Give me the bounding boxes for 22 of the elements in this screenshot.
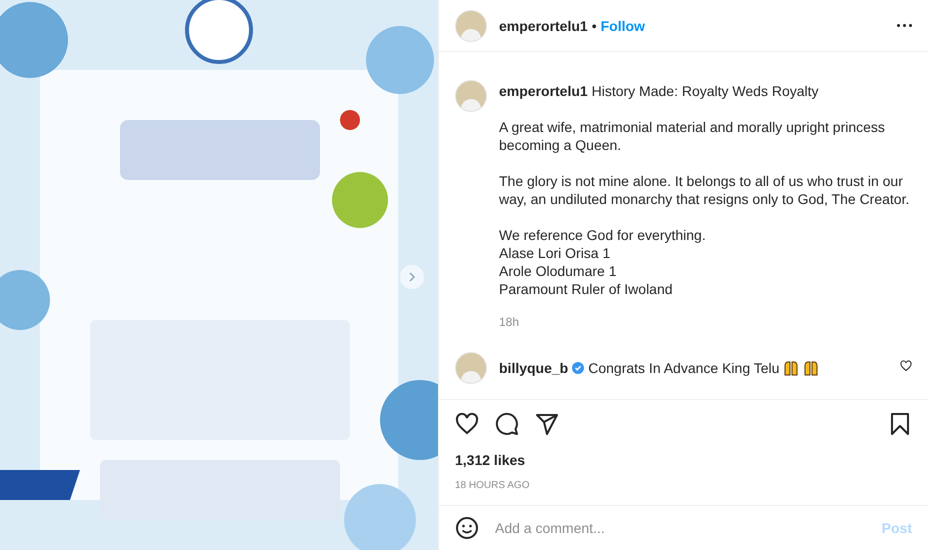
caption-text: Paramount Ruler of Iwoland xyxy=(499,280,674,298)
caption-text: Alase Lori Orisa 1 xyxy=(499,244,612,262)
heart-icon[interactable] xyxy=(455,412,479,436)
bookmark-icon[interactable] xyxy=(888,412,912,436)
chevron-right-icon xyxy=(407,272,417,282)
caption-text: We reference God for everything. xyxy=(499,226,707,244)
username[interactable]: billyque_b xyxy=(499,358,568,378)
username[interactable]: emperortelu1 xyxy=(499,16,588,36)
raised-hands-icon xyxy=(803,360,820,376)
caption-title: emperortelu1 History Made: Royalty Weds Royalty xyxy=(499,82,820,100)
heart-icon[interactable] xyxy=(900,360,912,372)
raised-hands-icon xyxy=(783,360,800,376)
caption-text: The glory is not mine alone. It belongs to all of us who trust in our way, an undiluted monarchy that resigns only to God, The Creator. xyxy=(499,172,910,208)
comment-text: Congrats In Advance King Telu xyxy=(588,359,780,378)
post-time: 18 HOURS AGO xyxy=(455,479,530,493)
comment-icon[interactable] xyxy=(495,412,519,436)
emoji-icon[interactable] xyxy=(455,516,479,540)
send-icon[interactable] xyxy=(535,412,559,436)
caption-text: A great wife, matrimonial material and morally upright princess becoming a Queen. xyxy=(499,118,886,154)
caption-text: Arole Olodumare 1 xyxy=(499,262,618,280)
like-count[interactable]: 1,312 likes xyxy=(455,450,912,470)
separator: • xyxy=(592,16,597,36)
